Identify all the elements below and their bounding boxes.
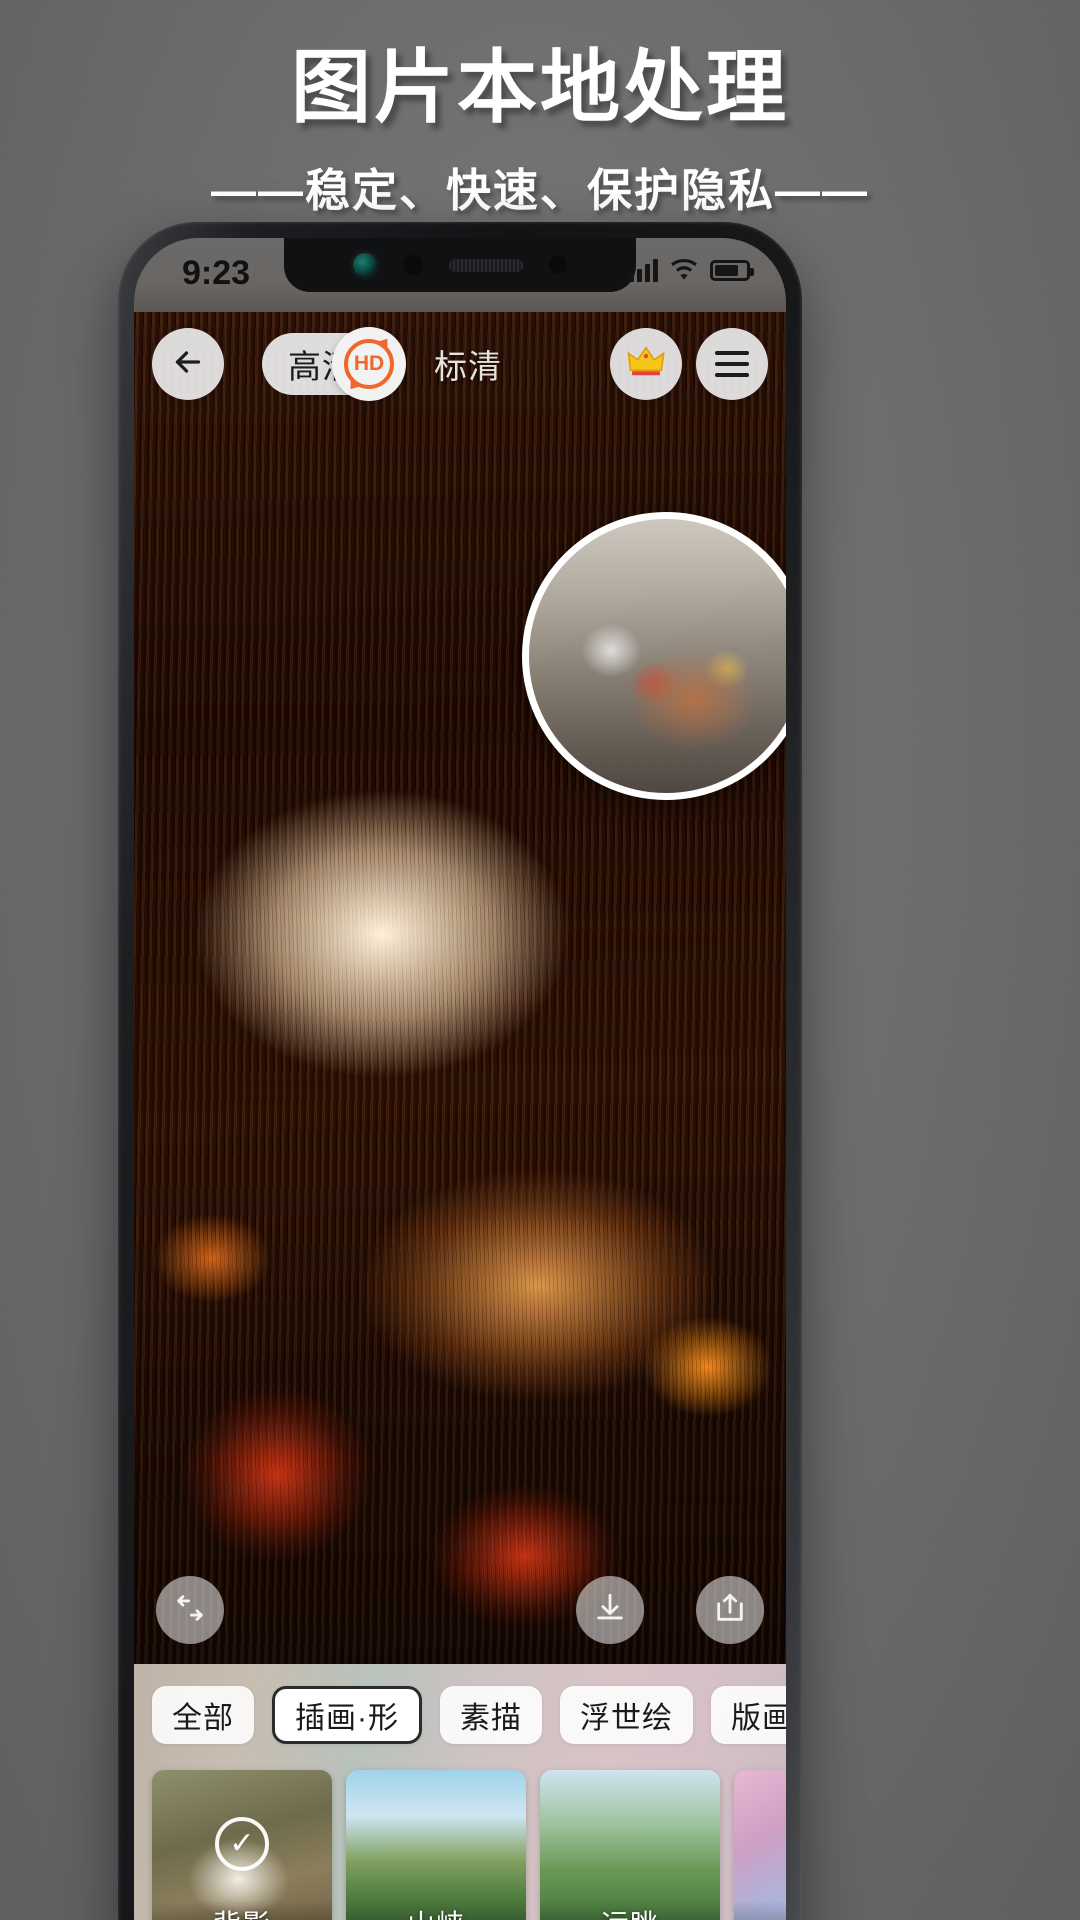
style-thumb[interactable]: 远眺	[540, 1770, 720, 1920]
style-thumb-label: 背影	[152, 1900, 332, 1920]
filter-chip-illustration[interactable]: 插画·形	[272, 1686, 422, 1744]
style-thumb-label	[734, 1900, 786, 1920]
share-button[interactable]	[696, 1576, 764, 1644]
status-icons	[629, 258, 754, 282]
selected-check-icon: ✓	[215, 1816, 269, 1871]
download-button[interactable]	[576, 1576, 644, 1644]
quality-sd-label[interactable]: 标清	[434, 340, 502, 388]
hd-badge-icon: HD	[344, 339, 394, 389]
wifi-icon	[670, 259, 698, 281]
status-time: 9:23	[182, 254, 251, 292]
preview-shade	[529, 519, 786, 793]
filter-chip-printmaking[interactable]: 版画	[711, 1686, 786, 1744]
compare-icon	[173, 1591, 207, 1630]
earpiece-speaker	[449, 258, 523, 272]
original-preview-bubble[interactable]	[522, 512, 786, 800]
vip-button[interactable]	[610, 328, 682, 400]
proximity-sensor-icon	[549, 256, 567, 274]
back-arrow-icon	[170, 344, 206, 385]
style-thumb-row[interactable]: ✓ 背影 山峡 远眺	[134, 1770, 786, 1920]
status-bar: 9:23	[134, 238, 786, 312]
ir-sensor-icon	[403, 255, 423, 275]
style-thumb-image	[346, 1770, 526, 1920]
phone-mockup: 高清 HD 标清 全部 插画·形 素描 浮世绘 版画 ✓ 9:23	[118, 222, 802, 1920]
hd-knob[interactable]: HD	[332, 327, 406, 401]
style-thumb-label: 远眺	[540, 1900, 720, 1920]
quality-toggle-hd[interactable]: 高清 HD	[262, 327, 406, 401]
top-toolbar: 高清 HD 标清	[134, 326, 786, 402]
filter-chip-all[interactable]: 全部	[152, 1686, 254, 1744]
hamburger-menu-icon	[715, 351, 749, 377]
app-screen: 高清 HD 标清 全部 插画·形 素描 浮世绘 版画 ✓ 9:23	[134, 238, 786, 1920]
style-thumb[interactable]: ✓ 背影	[152, 1770, 332, 1920]
filter-chip-row[interactable]: 全部 插画·形 素描 浮世绘 版画 水	[134, 1686, 786, 1744]
style-thumb-image	[734, 1770, 786, 1920]
crown-icon	[627, 344, 665, 384]
image-canvas[interactable]	[134, 312, 786, 1664]
filter-chip-sketch[interactable]: 素描	[440, 1686, 542, 1744]
share-icon	[713, 1591, 747, 1630]
download-icon	[593, 1591, 627, 1630]
style-thumb[interactable]: 山峡	[346, 1770, 526, 1920]
filter-chip-ukiyoe[interactable]: 浮世绘	[560, 1686, 693, 1744]
battery-icon	[710, 259, 754, 281]
page-subtitle: ——稳定、快速、保护隐私——	[210, 165, 869, 216]
canvas-action-bar	[134, 1570, 786, 1650]
back-button[interactable]	[152, 328, 224, 400]
style-thumb[interactable]	[734, 1770, 786, 1920]
style-thumb-label: 山峡	[346, 1900, 526, 1920]
compare-button[interactable]	[156, 1576, 224, 1644]
promo-header: 图片本地处理 ——稳定、快速、保护隐私——	[0, 0, 1080, 219]
page-title: 图片本地处理	[291, 43, 789, 132]
phone-screen-bezel: 高清 HD 标清 全部 插画·形 素描 浮世绘 版画 ✓ 9:23	[134, 238, 786, 1920]
filter-panel: 全部 插画·形 素描 浮世绘 版画 水 ✓ 背影 山峡	[134, 1664, 786, 1920]
front-camera-icon	[353, 253, 377, 277]
phone-notch	[284, 238, 636, 292]
style-thumb-image	[540, 1770, 720, 1920]
signal-bars-icon	[629, 258, 658, 282]
menu-button[interactable]	[696, 328, 768, 400]
